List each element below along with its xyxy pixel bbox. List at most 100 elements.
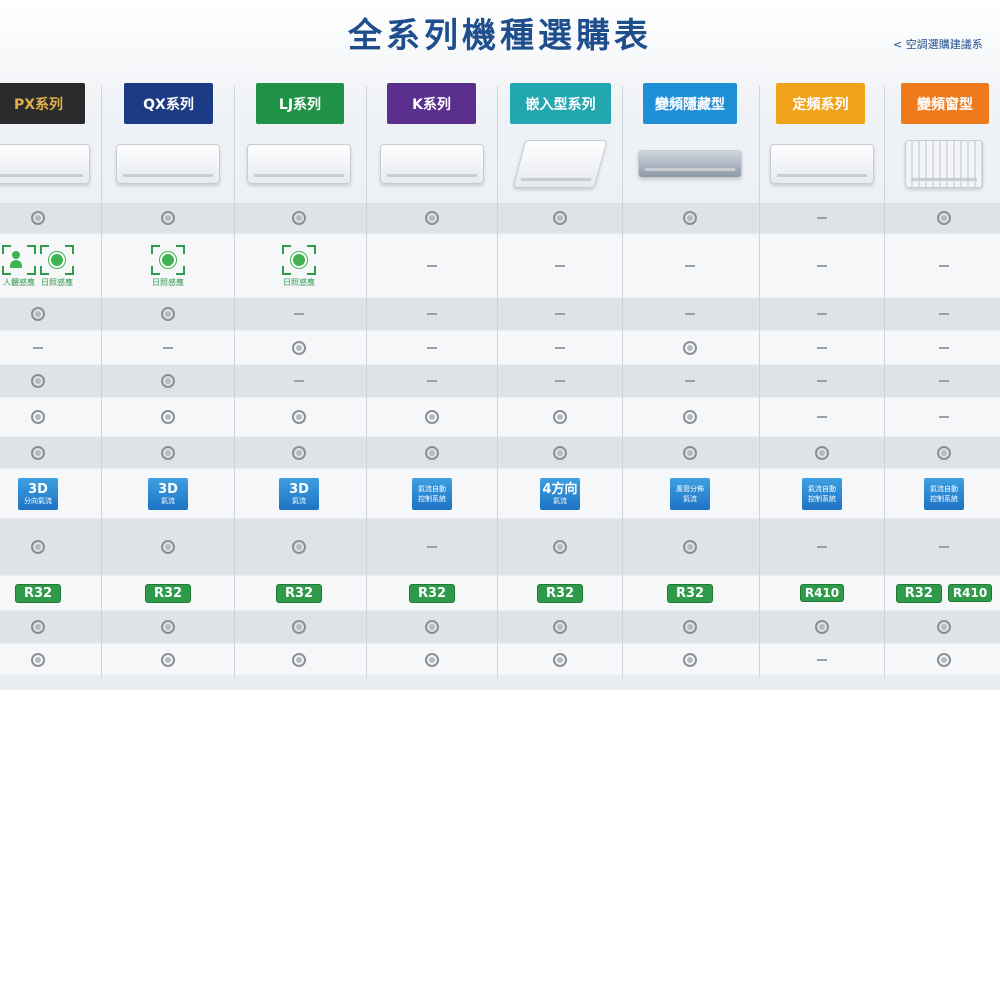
supported-icon bbox=[31, 410, 45, 424]
table-cell: R410 bbox=[767, 576, 877, 610]
supported-icon bbox=[292, 652, 306, 667]
not-supported-icon bbox=[163, 346, 173, 349]
not-supported-icon bbox=[939, 380, 949, 382]
column-divider bbox=[884, 86, 885, 678]
airflow-label: 氣流 bbox=[292, 496, 306, 505]
table-cell: R32 bbox=[244, 576, 354, 610]
table-cell bbox=[635, 365, 745, 397]
series-tab-window[interactable]: 變頻窗型 bbox=[901, 83, 989, 124]
air-conditioner-icon bbox=[512, 140, 608, 188]
airflow-label: 氣流 bbox=[553, 496, 567, 505]
table-cell bbox=[767, 365, 877, 397]
not-supported-icon bbox=[817, 380, 827, 382]
airflow-label: 分向氣流 bbox=[24, 496, 52, 505]
supported-icon bbox=[683, 620, 697, 634]
table-cell: 3D 氣流 bbox=[244, 469, 354, 518]
airflow-label: 氣流自動控制系統 bbox=[418, 484, 446, 503]
not-supported-icon bbox=[939, 313, 949, 315]
airflow-badge: 氣流自動控制系統 bbox=[924, 477, 964, 510]
sun-sensor-icon bbox=[40, 244, 74, 275]
table-cell: 氣流自動控制系統 bbox=[889, 469, 999, 518]
series-tab-fixed[interactable]: 定頻系列 bbox=[776, 83, 865, 124]
not-supported-icon bbox=[555, 346, 565, 349]
table-cell bbox=[113, 437, 223, 468]
series-tab-px[interactable]: PX系列 bbox=[0, 83, 85, 124]
supported-icon bbox=[683, 211, 697, 225]
table-cell bbox=[767, 331, 877, 364]
column-divider bbox=[497, 86, 498, 678]
not-supported-icon bbox=[555, 265, 565, 267]
supported-icon bbox=[683, 445, 697, 460]
air-conditioner-icon bbox=[638, 150, 742, 178]
body-sensor: 人體感應 bbox=[2, 244, 36, 288]
supported-icon bbox=[553, 410, 567, 424]
supported-icon bbox=[425, 652, 439, 667]
refrigerant-badge: R32 bbox=[408, 583, 456, 603]
sensor-label: 日照感應 bbox=[283, 277, 315, 287]
airflow-label: 風管分佈氣流 bbox=[676, 484, 704, 503]
table-cell: 風管分佈氣流 bbox=[635, 469, 745, 518]
page-title: 全系列機種選購表 bbox=[348, 16, 652, 56]
supported-icon bbox=[292, 620, 306, 634]
table-cell: 3D 分向氣流 bbox=[0, 469, 93, 518]
supported-icon bbox=[425, 410, 439, 424]
air-conditioner-icon bbox=[0, 144, 90, 184]
table-cell: 人體感應 日照感應 bbox=[0, 235, 83, 297]
table-cell bbox=[767, 519, 877, 575]
table-cell bbox=[505, 611, 615, 643]
sensor-label: 日照感應 bbox=[152, 277, 184, 287]
table-cell: R32 bbox=[113, 576, 223, 610]
series-tab-qx[interactable]: QX系列 bbox=[124, 83, 213, 124]
supported-icon bbox=[425, 211, 439, 225]
unit-image-px bbox=[0, 140, 90, 188]
supported-icon bbox=[292, 340, 306, 355]
table-cell bbox=[377, 437, 487, 468]
table-cell: R32 bbox=[377, 576, 487, 610]
airflow-badge: 氣流自動控制系統 bbox=[412, 477, 452, 510]
supported-icon bbox=[161, 652, 175, 667]
supported-icon bbox=[161, 540, 175, 554]
supported-icon bbox=[31, 307, 45, 321]
table-cell bbox=[244, 298, 354, 330]
comparison-panel: 全系列機種選購表 < 空調選購建議系 PX系列 人體感應 日照感應 3D 分向氣流 R32… bbox=[0, 0, 1000, 690]
table-cell bbox=[244, 398, 354, 436]
table-cell bbox=[0, 437, 93, 468]
table-cell bbox=[377, 519, 487, 575]
supported-icon bbox=[31, 652, 45, 667]
table-cell bbox=[505, 203, 615, 233]
not-supported-icon bbox=[817, 546, 827, 548]
table-cell bbox=[635, 331, 745, 364]
refrigerant-badge: R32 bbox=[14, 583, 62, 603]
supported-icon bbox=[292, 211, 306, 225]
refrigerant-badge: R32 bbox=[275, 583, 323, 603]
supported-icon bbox=[815, 445, 829, 460]
not-supported-icon bbox=[939, 546, 949, 548]
unit-image-window bbox=[892, 140, 996, 188]
supported-icon bbox=[161, 307, 175, 321]
series-tab-emb[interactable]: 嵌入型系列 bbox=[510, 83, 611, 124]
supported-icon bbox=[31, 374, 45, 388]
series-tab-lj[interactable]: LJ系列 bbox=[256, 83, 344, 124]
table-cell bbox=[889, 235, 999, 297]
supported-icon bbox=[31, 445, 45, 460]
recommendation-link[interactable]: < 空調選購建議系 bbox=[893, 36, 983, 52]
airflow-badge: 3D 分向氣流 bbox=[18, 477, 58, 510]
table-cell bbox=[113, 611, 223, 643]
table-cell bbox=[635, 398, 745, 436]
series-tab-duct[interactable]: 變頻隱藏型 bbox=[643, 83, 737, 124]
table-cell: R32 bbox=[505, 576, 615, 610]
table-cell bbox=[889, 437, 999, 468]
table-cell: 氣流自動控制系統 bbox=[767, 469, 877, 518]
table-cell bbox=[767, 298, 877, 330]
airflow-title: 3D bbox=[289, 481, 309, 497]
not-supported-icon bbox=[939, 346, 949, 349]
airflow-title: 3D bbox=[28, 481, 48, 497]
series-tab-k[interactable]: K系列 bbox=[387, 83, 476, 124]
supported-icon bbox=[31, 620, 45, 634]
table-cell bbox=[0, 519, 93, 575]
airflow-title: 4方向 bbox=[542, 481, 578, 497]
person-sensor-icon bbox=[2, 244, 36, 275]
supported-icon bbox=[161, 374, 175, 388]
table-cell: 3D 氣流 bbox=[113, 469, 223, 518]
table-cell bbox=[889, 519, 999, 575]
